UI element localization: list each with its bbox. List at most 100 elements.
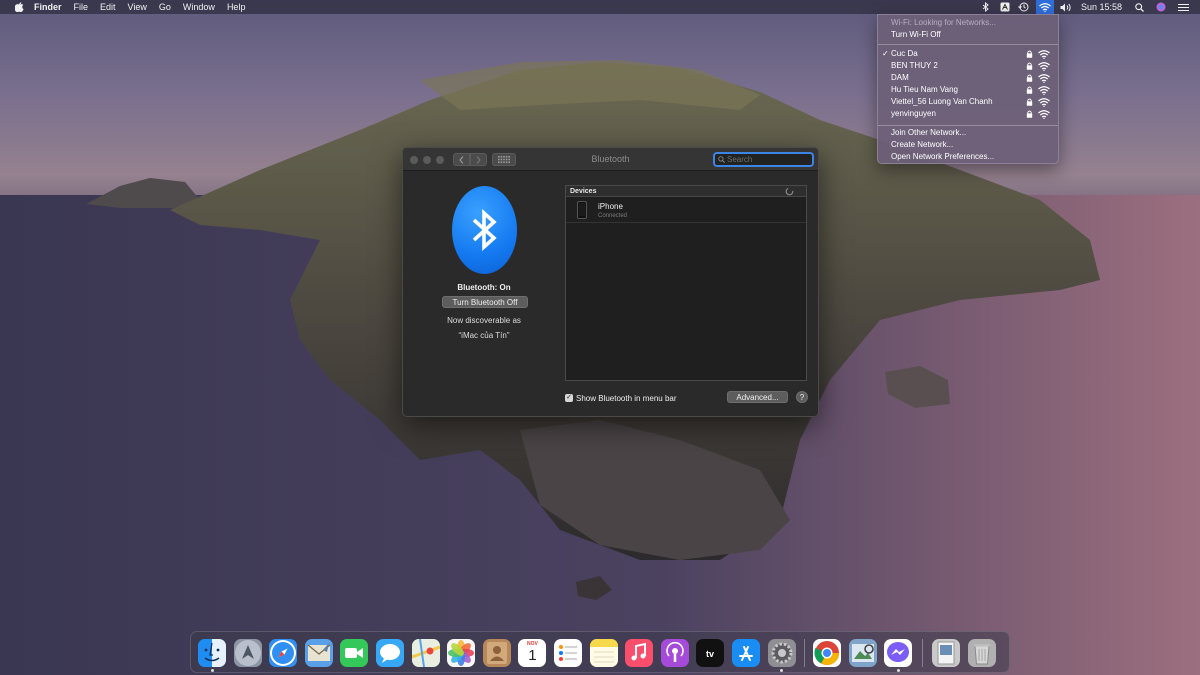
lock-icon xyxy=(1026,98,1033,106)
open-network-preferences-item[interactable]: Open Network Preferences... xyxy=(891,152,994,162)
bluetooth-status-text: Bluetooth: On xyxy=(457,283,511,292)
create-network-item[interactable]: Create Network... xyxy=(891,140,953,150)
wifi-signal-icon xyxy=(1038,109,1050,119)
turn-wifi-off-item[interactable]: Turn Wi-Fi Off xyxy=(891,30,941,40)
device-name: iPhone xyxy=(598,202,623,211)
podcasts-icon[interactable] xyxy=(660,639,689,667)
lock-icon xyxy=(1026,110,1033,118)
search-field[interactable] xyxy=(713,152,814,167)
menu-bar: Finder File Edit View Go Window Help Sun… xyxy=(0,0,1200,14)
apple-menu-icon[interactable] xyxy=(12,0,26,14)
bluetooth-logo-icon xyxy=(452,186,517,274)
devices-header-label: Devices xyxy=(570,188,597,195)
music-icon[interactable] xyxy=(625,639,654,667)
calendar-day-label: 1 xyxy=(528,647,537,664)
menu-view[interactable]: View xyxy=(128,0,147,14)
menu-go[interactable]: Go xyxy=(159,0,171,14)
facetime-icon[interactable] xyxy=(340,639,369,667)
iphone-icon xyxy=(577,201,587,219)
dock: NOV 1 tv xyxy=(190,631,1010,673)
contacts-icon[interactable] xyxy=(482,639,511,667)
wifi-signal-icon xyxy=(1038,49,1050,59)
wifi-network-item[interactable]: Hu Tieu Nam Vang xyxy=(891,85,958,95)
finder-icon[interactable] xyxy=(198,639,226,667)
wifi-icon[interactable] xyxy=(1035,0,1054,14)
menu-separator xyxy=(878,44,1058,45)
volume-icon[interactable] xyxy=(1059,0,1073,14)
photos-icon[interactable] xyxy=(447,639,476,667)
wifi-network-item[interactable]: Cuc Da xyxy=(891,49,918,59)
system-preferences-icon[interactable] xyxy=(767,639,796,667)
running-indicator xyxy=(210,669,214,672)
dock-separator xyxy=(804,639,806,667)
show-bluetooth-in-menu-bar-option[interactable]: ✓ Show Bluetooth in menu bar xyxy=(565,392,677,404)
control-icon[interactable] xyxy=(1176,0,1190,14)
devices-header: Devices xyxy=(566,186,806,197)
wifi-status-text: Wi-Fi: Looking for Networks... xyxy=(891,18,996,27)
device-connection-status: Connected xyxy=(598,213,628,219)
device-name-label: “iMac của Tín” xyxy=(458,331,510,340)
keyboard-input-icon[interactable] xyxy=(998,0,1012,14)
join-other-network-item[interactable]: Join Other Network... xyxy=(891,128,966,138)
bluetooth-icon[interactable] xyxy=(979,0,993,14)
messenger-icon[interactable] xyxy=(884,639,913,667)
menu-bar-clock[interactable]: Sun 15:58 xyxy=(1081,0,1122,14)
downloads-stack-icon[interactable] xyxy=(932,639,960,667)
app-menu-finder[interactable]: Finder xyxy=(34,0,62,14)
chrome-icon[interactable] xyxy=(813,639,842,667)
menu-bar-status-area: Sun 15:58 xyxy=(974,0,1190,14)
bluetooth-preferences-window: Bluetooth Bluetooth: On Turn Bluetooth O… xyxy=(402,147,819,417)
app-store-icon[interactable] xyxy=(732,639,760,667)
search-icon xyxy=(718,156,725,163)
running-indicator xyxy=(896,669,900,672)
wifi-signal-icon xyxy=(1038,85,1050,95)
spotlight-search-icon[interactable] xyxy=(1132,0,1146,14)
messages-icon[interactable] xyxy=(376,639,404,667)
menu-help[interactable]: Help xyxy=(227,0,246,14)
checkmark-icon: ✓ xyxy=(882,49,889,58)
devices-list[interactable]: Devices iPhone Connected xyxy=(565,185,807,381)
reminders-icon[interactable] xyxy=(554,639,582,667)
lock-icon xyxy=(1026,62,1033,70)
turn-bluetooth-off-button[interactable]: Turn Bluetooth Off xyxy=(442,296,528,308)
svg-text:tv: tv xyxy=(706,649,714,659)
menu-file[interactable]: File xyxy=(74,0,89,14)
trash-icon[interactable] xyxy=(967,639,996,667)
calendar-icon[interactable]: NOV 1 xyxy=(518,639,547,667)
tv-icon[interactable]: tv xyxy=(696,639,725,667)
advanced-button[interactable]: Advanced... xyxy=(727,391,788,403)
wifi-network-item[interactable]: DAM xyxy=(891,73,909,83)
launchpad-icon[interactable] xyxy=(233,639,262,667)
help-button[interactable]: ? xyxy=(796,391,808,403)
running-indicator xyxy=(780,669,784,672)
preview-icon[interactable] xyxy=(848,639,877,667)
search-input[interactable] xyxy=(727,155,807,164)
bluetooth-status-panel: Bluetooth: On Turn Bluetooth Off Now dis… xyxy=(403,172,565,416)
maps-icon[interactable] xyxy=(411,639,440,667)
menu-separator xyxy=(878,125,1058,126)
wifi-dropdown-menu: Wi-Fi: Looking for Networks... Turn Wi-F… xyxy=(877,14,1059,164)
lock-icon xyxy=(1026,74,1033,82)
notes-icon[interactable] xyxy=(589,639,618,667)
lock-icon xyxy=(1026,50,1033,58)
mail-icon[interactable] xyxy=(304,639,333,667)
wifi-signal-icon xyxy=(1038,73,1050,83)
time-machine-icon[interactable] xyxy=(1017,0,1031,14)
wifi-network-item[interactable]: Viettel_56 Luong Van Chanh xyxy=(891,97,993,107)
device-row[interactable]: iPhone Connected xyxy=(566,197,806,223)
wifi-network-item[interactable]: yenvinguyen xyxy=(891,109,936,119)
wifi-signal-icon xyxy=(1038,61,1050,71)
show-in-menu-bar-label: Show Bluetooth in menu bar xyxy=(576,393,677,403)
menu-window[interactable]: Window xyxy=(183,0,215,14)
discoverable-label: Now discoverable as xyxy=(447,316,521,325)
loading-spinner-icon xyxy=(785,187,794,196)
wifi-signal-icon xyxy=(1038,97,1050,107)
dock-separator xyxy=(922,639,923,667)
window-titlebar[interactable]: Bluetooth xyxy=(403,148,818,171)
siri-icon[interactable] xyxy=(1154,0,1168,14)
wifi-network-item[interactable]: BEN THUY 2 xyxy=(891,61,938,71)
show-in-menu-bar-checkbox[interactable]: ✓ xyxy=(565,394,573,402)
lock-icon xyxy=(1026,86,1033,94)
menu-edit[interactable]: Edit xyxy=(100,0,116,14)
safari-icon[interactable] xyxy=(269,639,298,667)
